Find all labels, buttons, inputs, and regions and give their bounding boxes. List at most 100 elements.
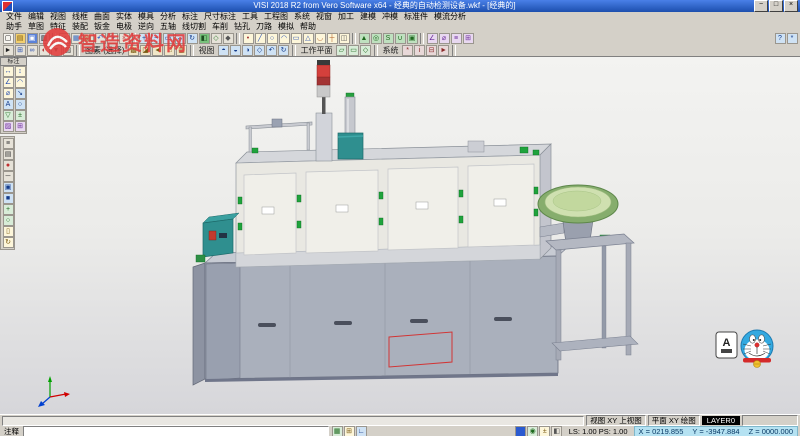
select-arrow-icon[interactable]: ► (3, 45, 14, 56)
menu-车削[interactable]: 车削 (209, 22, 231, 32)
status-plane-indicator[interactable]: 平面 XY 绘图 (648, 415, 700, 426)
rectangle-icon[interactable]: ▭ (291, 33, 302, 44)
system-settings-icon[interactable]: * (402, 45, 413, 56)
leader-icon[interactable]: ↘ (15, 88, 26, 99)
dimension-icon[interactable]: ⌀ (439, 33, 450, 44)
polygon-icon[interactable]: △ (303, 33, 314, 44)
wcs-indicator-icon[interactable]: ◉ (527, 426, 538, 436)
mirror-icon[interactable]: ◫ (339, 33, 350, 44)
shell-icon[interactable]: ▣ (407, 33, 418, 44)
select-chain-icon[interactable]: ∞ (27, 45, 38, 56)
menu-尺寸标注[interactable]: 尺寸标注 (201, 12, 239, 22)
cut-icon[interactable]: ✂ (59, 33, 70, 44)
minimize-button[interactable]: − (754, 0, 768, 12)
plane-xy-icon[interactable]: ▱ (336, 45, 347, 56)
measure-icon[interactable]: ∠ (427, 33, 438, 44)
layer-color-swatch[interactable] (515, 426, 526, 436)
layer-manager-icon[interactable]: ≡ (3, 138, 14, 149)
menu-模拟[interactable]: 模拟 (275, 22, 297, 32)
tolerance-icon[interactable]: ± (15, 110, 26, 121)
save-icon[interactable]: ▣ (27, 33, 38, 44)
zoom-fit-icon[interactable]: ▭ (163, 33, 174, 44)
new-file-icon[interactable]: ▢ (3, 33, 14, 44)
dim-diameter-icon[interactable]: ⌀ (3, 88, 14, 99)
menu-建模[interactable]: 建模 (357, 12, 379, 22)
print-icon[interactable]: ▥ (39, 33, 50, 44)
render-mode-icon[interactable]: ◧ (551, 426, 562, 436)
wireframe-view-icon[interactable]: ◇ (211, 33, 222, 44)
snap-toggle-icon[interactable]: ▦ (332, 426, 343, 436)
menu-逆向[interactable]: 逆向 (135, 22, 157, 32)
group-icon[interactable]: ▣ (3, 182, 14, 193)
menu-标注[interactable]: 标注 (179, 12, 201, 22)
view-previous-icon[interactable]: ↶ (266, 45, 277, 56)
open-file-icon[interactable]: ▤ (15, 33, 26, 44)
help-icon[interactable]: ? (775, 33, 786, 44)
zoom-in-icon[interactable]: + (139, 33, 150, 44)
color-icon[interactable]: ● (3, 160, 14, 171)
menu-视图[interactable]: 视图 (47, 12, 69, 22)
pan-icon[interactable]: ↔ (175, 33, 186, 44)
menu-加工[interactable]: 加工 (335, 12, 357, 22)
line-icon[interactable]: ╱ (255, 33, 266, 44)
hidden-line-icon[interactable]: ◆ (223, 33, 234, 44)
extrude-icon[interactable]: ▲ (359, 33, 370, 44)
revolve-icon[interactable]: ◎ (371, 33, 382, 44)
signal-tower-light[interactable] (316, 60, 332, 161)
dim-radius-icon[interactable]: ◠ (15, 77, 26, 88)
trim-icon[interactable]: ┼ (327, 33, 338, 44)
select-group-icon[interactable]: ▥ (176, 45, 187, 56)
undo-icon[interactable]: ↶ (95, 33, 106, 44)
linetype-icon[interactable]: ─ (3, 171, 14, 182)
units-icon[interactable]: ± (539, 426, 550, 436)
calculator-icon[interactable]: ⊟ (426, 45, 437, 56)
menu-工程图[interactable]: 工程图 (261, 12, 291, 22)
boolean-union-icon[interactable]: ∪ (395, 33, 406, 44)
menu-曲面[interactable]: 曲面 (91, 12, 113, 22)
maximize-button[interactable]: □ (769, 0, 783, 12)
dim-angle-icon[interactable]: ∠ (3, 77, 14, 88)
plane-xz-icon[interactable]: ▭ (348, 45, 359, 56)
copy-icon[interactable]: ▦ (71, 33, 82, 44)
plane-custom-icon[interactable]: ◇ (360, 45, 371, 56)
note-input[interactable] (23, 426, 329, 436)
status-view-indicator[interactable]: 视图 XY 上视图 (586, 415, 646, 426)
block-icon[interactable]: ■ (3, 193, 14, 204)
hide-icon[interactable]: ○ (3, 215, 14, 226)
point-icon[interactable]: • (243, 33, 254, 44)
menu-编辑[interactable]: 编辑 (25, 12, 47, 22)
roof-cylinder-unit[interactable] (338, 93, 363, 159)
lock-icon[interactable]: ▯ (3, 226, 14, 237)
delete-icon[interactable]: × (119, 33, 130, 44)
settings-icon[interactable]: * (787, 33, 798, 44)
attach-icon[interactable]: + (3, 204, 14, 215)
select-all-icon[interactable]: ▩ (128, 45, 139, 56)
filter-icon[interactable]: ▼ (51, 45, 62, 56)
menu-钻孔[interactable]: 钻孔 (231, 22, 253, 32)
redo-icon[interactable]: ↷ (107, 33, 118, 44)
menu-模流分析[interactable]: 模流分析 (431, 12, 469, 22)
dim-vertical-icon[interactable]: ↕ (15, 66, 26, 77)
view-iso-icon[interactable]: ◇ (254, 45, 265, 56)
menu-线框[interactable]: 线框 (69, 12, 91, 22)
menu-实体[interactable]: 实体 (113, 12, 135, 22)
redraw-icon[interactable]: ↻ (3, 237, 14, 248)
active-layer-badge[interactable]: LAYER0 (702, 416, 740, 425)
select-box-icon[interactable]: ⊞ (15, 45, 26, 56)
properties-icon[interactable]: ▤ (3, 149, 14, 160)
table-icon[interactable]: ⊞ (15, 121, 26, 132)
layers-icon[interactable]: ≡ (451, 33, 462, 44)
mask-icon[interactable]: ▨ (63, 45, 74, 56)
datum-icon[interactable]: ▽ (3, 110, 14, 121)
menu-刀路[interactable]: 刀路 (253, 22, 275, 32)
menu-电极[interactable]: 电极 (113, 22, 135, 32)
grid-icon[interactable]: ⊞ (463, 33, 474, 44)
sweep-icon[interactable]: S (383, 33, 394, 44)
rotate-view-icon[interactable]: ↻ (187, 33, 198, 44)
view-side-icon[interactable]: ◑ (242, 45, 253, 56)
view-refresh-icon[interactable]: ↻ (278, 45, 289, 56)
menu-分析[interactable]: 分析 (157, 12, 179, 22)
paste-icon[interactable]: ▧ (83, 33, 94, 44)
menu-钣金[interactable]: 钣金 (91, 22, 113, 32)
menu-工具[interactable]: 工具 (239, 12, 261, 22)
